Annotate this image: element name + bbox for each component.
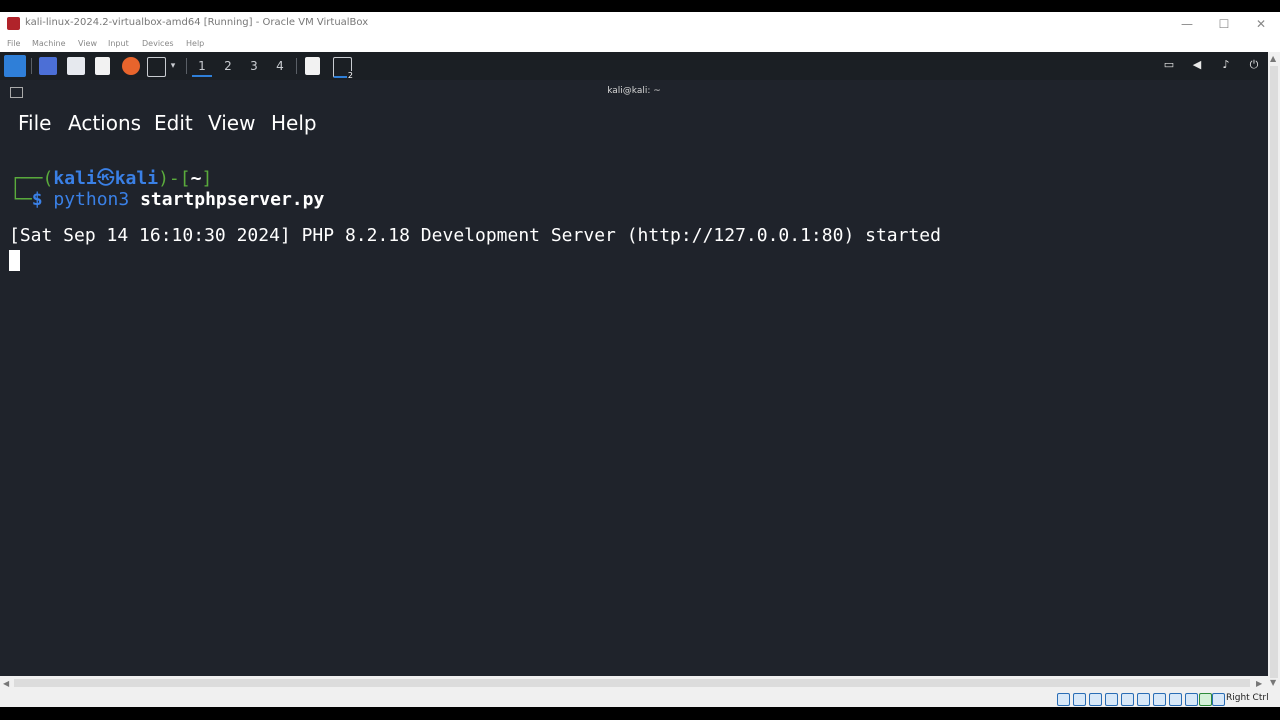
prompt-dollar: $ [31,189,43,210]
vbox-menu-view[interactable]: View [78,39,97,48]
close-button[interactable]: ✕ [1248,15,1274,33]
vbox-menu-devices[interactable]: Devices [142,39,174,48]
scroll-right-icon[interactable]: ▶ [1256,679,1262,688]
panel-separator [296,58,297,74]
server-output-line: [Sat Sep 14 16:10:30 2024] PHP 8.2.18 De… [9,225,941,246]
vbox-menu-machine[interactable]: Machine [32,39,66,48]
kali-menu-icon[interactable] [4,55,26,77]
prompt-bracket-end: ] [201,168,213,189]
vbox-window-title: kali-linux-2024.2-virtualbox-amd64 [Runn… [25,17,369,28]
terminal-launcher-icon[interactable] [147,57,166,77]
vbox-statusbar: Right Ctrl [0,690,1280,707]
command-line: └─$ python3 startphpserver.py [10,189,324,210]
vbox-titlebar: kali-linux-2024.2-virtualbox-amd64 [Runn… [0,12,1280,36]
shared-folders-icon[interactable] [1137,693,1150,706]
vertical-scroll-thumb[interactable] [1270,66,1278,678]
prompt-user: kali [53,168,97,189]
host-key-label: Right Ctrl [1226,693,1269,703]
workspace-2[interactable]: 2 [218,57,238,75]
text-editor-icon[interactable] [95,57,110,75]
prompt-directory: ~ [190,168,202,189]
prompt-line: ┌──(kali㉿kali)-[~] [10,164,212,190]
firefox-icon[interactable] [122,57,140,75]
horizontal-scrollbar[interactable]: ◀ ▶ [0,676,1268,690]
terminal-menubar: File Actions Edit View Help [0,104,1268,138]
minimize-button[interactable]: — [1174,15,1200,33]
terminal-menu-view[interactable]: View [208,111,255,135]
bell-icon[interactable]: ♪ [1219,58,1233,72]
virtualization-icon[interactable] [1199,693,1212,706]
chevron-down-icon[interactable]: ▾ [166,57,180,75]
command-argument: startphpserver.py [140,189,325,210]
scroll-left-icon[interactable]: ◀ [3,679,9,688]
document-task-icon[interactable] [305,57,320,75]
virtualbox-window: kali-linux-2024.2-virtualbox-amd64 [Runn… [0,12,1280,707]
prompt-corner-top: ┌──( [10,168,54,189]
vertical-scrollbar[interactable]: ▲ ▼ [1268,52,1280,690]
vbox-menu-file[interactable]: File [7,39,20,48]
terminal-menu-edit[interactable]: Edit [154,111,193,135]
mouse-integration-icon[interactable] [1212,693,1225,706]
terminal-cursor [9,250,20,271]
workspace-3[interactable]: 3 [244,57,264,75]
terminal-menu-help[interactable]: Help [271,111,317,135]
scroll-up-icon[interactable]: ▲ [1270,54,1276,63]
audio-icon[interactable] [1089,693,1102,706]
terminal-menu-file[interactable]: File [18,111,51,135]
file-manager-icon[interactable] [67,57,85,75]
show-desktop-icon[interactable] [39,57,57,75]
prompt-host: kali [114,168,159,189]
kali-top-panel: ▾ 1 2 3 4 2 ▭ ◀ ♪ ⏻ [0,52,1268,80]
display-icon[interactable]: ▭ [1162,58,1176,72]
network-icon[interactable] [1105,693,1118,706]
virtualbox-app-icon [7,17,20,30]
volume-icon[interactable]: ◀ [1190,58,1204,72]
prompt-at-symbol: ㉿ [96,168,115,189]
maximize-button[interactable]: ☐ [1211,15,1237,33]
terminal-task-count-badge: 2 [346,71,354,80]
optical-drive-icon[interactable] [1073,693,1086,706]
usb-icon[interactable] [1121,693,1134,706]
display-status-icon[interactable] [1153,693,1166,706]
horizontal-scroll-thumb[interactable] [14,679,1250,687]
scroll-down-icon[interactable]: ▼ [1270,678,1276,687]
power-icon[interactable]: ⏻ [1247,58,1261,72]
command-name: python3 [53,189,130,210]
cpu-icon[interactable] [1185,693,1198,706]
hard-disk-icon[interactable] [1057,693,1070,706]
panel-separator [31,58,32,74]
vbox-menubar: File Machine View Input Devices Help [0,36,1280,52]
vbox-menu-help[interactable]: Help [186,39,204,48]
terminal-titlebar: kali@kali: ~ [0,80,1268,104]
workspace-1[interactable]: 1 [192,57,212,77]
terminal-title: kali@kali: ~ [607,86,661,96]
panel-separator [186,58,187,74]
workspace-4[interactable]: 4 [270,57,290,75]
terminal-menu-actions[interactable]: Actions [68,111,141,135]
vbox-menu-input[interactable]: Input [108,39,129,48]
terminal-task-icon[interactable]: 2 [333,57,354,80]
recording-icon[interactable] [1169,693,1182,706]
terminal-output[interactable]: ┌──(kali㉿kali)-[~] └─$ python3 startphps… [0,138,1266,676]
prompt-corner-bottom: └─ [10,189,32,210]
prompt-bracket-mid: )-[ [158,168,191,189]
